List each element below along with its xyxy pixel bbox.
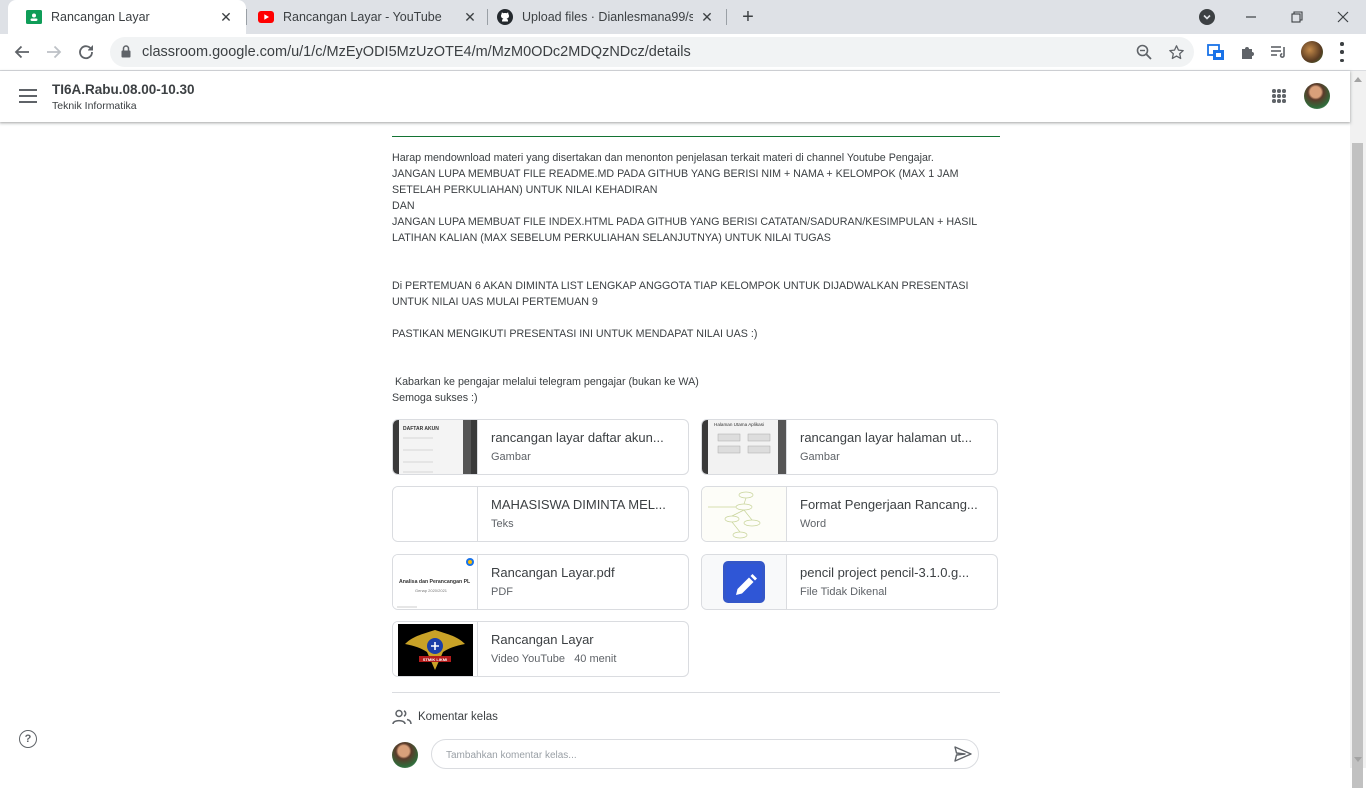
attachment-card-word[interactable]: Format Pengerjaan Rancang... Word <box>701 486 998 542</box>
attachment-type: Gambar <box>800 451 840 463</box>
attachment-card-image[interactable]: DAFTAR AKUN rancangan layar daftar akun.… <box>392 419 689 475</box>
zoom-icon[interactable] <box>1135 43 1153 61</box>
video-thumbnail: STMIK LIKMI <box>393 622 477 676</box>
reload-icon[interactable] <box>74 40 98 64</box>
google-classroom-icon <box>26 9 42 25</box>
screen-capture-extension-icon[interactable] <box>1206 42 1226 62</box>
window-close-icon[interactable] <box>1320 0 1366 34</box>
attachment-title[interactable]: Format Pengerjaan Rancang... <box>800 497 990 512</box>
attachment-card-video[interactable]: STMIK LIKMI Rancangan Layar Video YouTub… <box>392 621 689 677</box>
attachment-thumbnail: DAFTAR AKUN <box>393 420 478 474</box>
send-icon[interactable] <box>954 746 972 762</box>
attachment-card-text[interactable]: MAHASISWA DIMINTA MEL... Teks <box>392 486 689 542</box>
scroll-down-arrow-icon[interactable] <box>1354 757 1362 762</box>
classroom-app-bar: TI6A.Rabu.08.00-10.30 Teknik Informatika <box>0 71 1350 122</box>
browser-menu-icon[interactable] <box>1339 42 1345 62</box>
attachment-card-file[interactable]: pencil project pencil-3.1.0.g... File Ti… <box>701 554 998 610</box>
tab-title: Rancangan Layar <box>51 10 150 24</box>
attachment-thumbnail <box>393 487 478 541</box>
attachment-thumbnail: STMIK LIKMI <box>393 622 478 676</box>
tab-github[interactable]: Upload files · Dianlesmana99/sac ✕ <box>479 0 727 34</box>
bookmark-star-icon[interactable] <box>1167 43 1185 61</box>
attachment-type: Teks <box>491 518 514 530</box>
commenter-avatar <box>392 742 418 768</box>
restore-icon[interactable] <box>1274 0 1320 34</box>
forward-arrow-icon[interactable] <box>42 40 66 64</box>
tab-classroom[interactable]: Rancangan Layar ✕ <box>8 0 246 34</box>
class-title[interactable]: TI6A.Rabu.08.00-10.30 <box>52 82 195 97</box>
url-text[interactable]: classroom.google.com/u/1/c/MzEyODI5MzUzO… <box>142 44 691 60</box>
material-description: Harap mendownload materi yang disertakan… <box>392 152 977 404</box>
attachment-card-pdf[interactable]: Analisa dan Perancangan PL Genap 2020/20… <box>392 554 689 610</box>
extensions-puzzle-icon[interactable] <box>1238 42 1258 62</box>
attachment-thumbnail: Analisa dan Perancangan PL Genap 2020/20… <box>393 555 478 609</box>
browser-toolbar: classroom.google.com/u/1/c/MzEyODI5MzUzO… <box>0 34 1366 71</box>
thumbnail-label: STMIK LIKMI <box>423 657 447 662</box>
main-menu-icon[interactable] <box>19 89 37 103</box>
tab-title: Rancangan Layar - YouTube <box>283 10 442 24</box>
attachment-title[interactable]: rancangan layar halaman ut... <box>800 430 990 445</box>
thumbnail-label: Analisa dan Perancangan PL <box>399 579 471 585</box>
thumbnail-label: DAFTAR AKUN <box>403 426 439 432</box>
scrollbar-thumb[interactable] <box>1352 143 1363 788</box>
comments-divider <box>392 692 1000 693</box>
people-icon <box>392 709 412 725</box>
attachment-thumbnail: Halaman Utama Aplikasi <box>702 420 787 474</box>
account-avatar[interactable] <box>1304 83 1330 109</box>
tab-title: Upload files · Dianlesmana99/sac <box>522 10 693 24</box>
attachment-type: File Tidak Dikenal <box>800 586 887 598</box>
attachment-title[interactable]: rancangan layar daftar akun... <box>491 430 681 445</box>
github-icon <box>497 9 513 25</box>
comment-input[interactable] <box>444 745 928 765</box>
close-icon[interactable]: ✕ <box>218 9 234 25</box>
address-bar[interactable]: classroom.google.com/u/1/c/MzEyODI5MzUzO… <box>110 37 1194 67</box>
lock-icon[interactable] <box>121 45 131 63</box>
header-divider <box>392 136 1000 137</box>
class-comments-heading[interactable]: Komentar kelas <box>392 708 498 726</box>
attachment-title[interactable]: Rancangan Layar <box>491 632 681 647</box>
close-icon[interactable]: ✕ <box>462 9 478 25</box>
media-queue-icon[interactable] <box>1269 42 1289 62</box>
help-icon[interactable]: ? <box>19 730 37 748</box>
tab-youtube[interactable]: Rancangan Layar - YouTube ✕ <box>240 0 490 34</box>
youtube-icon <box>258 9 274 25</box>
attachment-title[interactable]: Rancangan Layar.pdf <box>491 565 681 580</box>
minimize-icon[interactable] <box>1228 0 1274 34</box>
tab-search-icon[interactable] <box>1199 9 1215 25</box>
attachment-type: Video YouTube 40 menit <box>491 653 617 665</box>
scroll-up-arrow-icon[interactable] <box>1354 77 1362 82</box>
attachment-type: Gambar <box>491 451 531 463</box>
browser-tab-strip: Rancangan Layar ✕ Rancangan Layar - YouT… <box>0 0 1366 34</box>
new-tab-button[interactable]: + <box>737 6 759 28</box>
attachment-thumbnail <box>702 555 787 609</box>
attachment-title[interactable]: pencil project pencil-3.1.0.g... <box>800 565 990 580</box>
class-subtitle: Teknik Informatika <box>52 100 137 112</box>
google-apps-icon[interactable] <box>1272 89 1286 103</box>
attachment-title[interactable]: MAHASISWA DIMINTA MEL... <box>491 497 681 512</box>
browser-profile-avatar[interactable] <box>1301 41 1323 63</box>
thumbnail-sublabel: Genap 2020/2021 <box>415 588 448 593</box>
attachment-thumbnail <box>702 487 787 541</box>
class-comments-label[interactable]: Komentar kelas <box>418 711 498 723</box>
pencil-app-icon <box>723 561 765 603</box>
attachment-card-image[interactable]: Halaman Utama Aplikasi rancangan layar h… <box>701 419 998 475</box>
comment-box[interactable] <box>431 739 979 769</box>
page-scrollbar[interactable] <box>1350 71 1366 788</box>
thumbnail-label: Halaman Utama Aplikasi <box>714 422 764 427</box>
tab-separator <box>726 9 727 25</box>
attachment-type: PDF <box>491 586 513 598</box>
close-icon[interactable]: ✕ <box>699 9 715 25</box>
back-arrow-icon[interactable] <box>10 40 34 64</box>
attachment-type: Word <box>800 518 827 530</box>
